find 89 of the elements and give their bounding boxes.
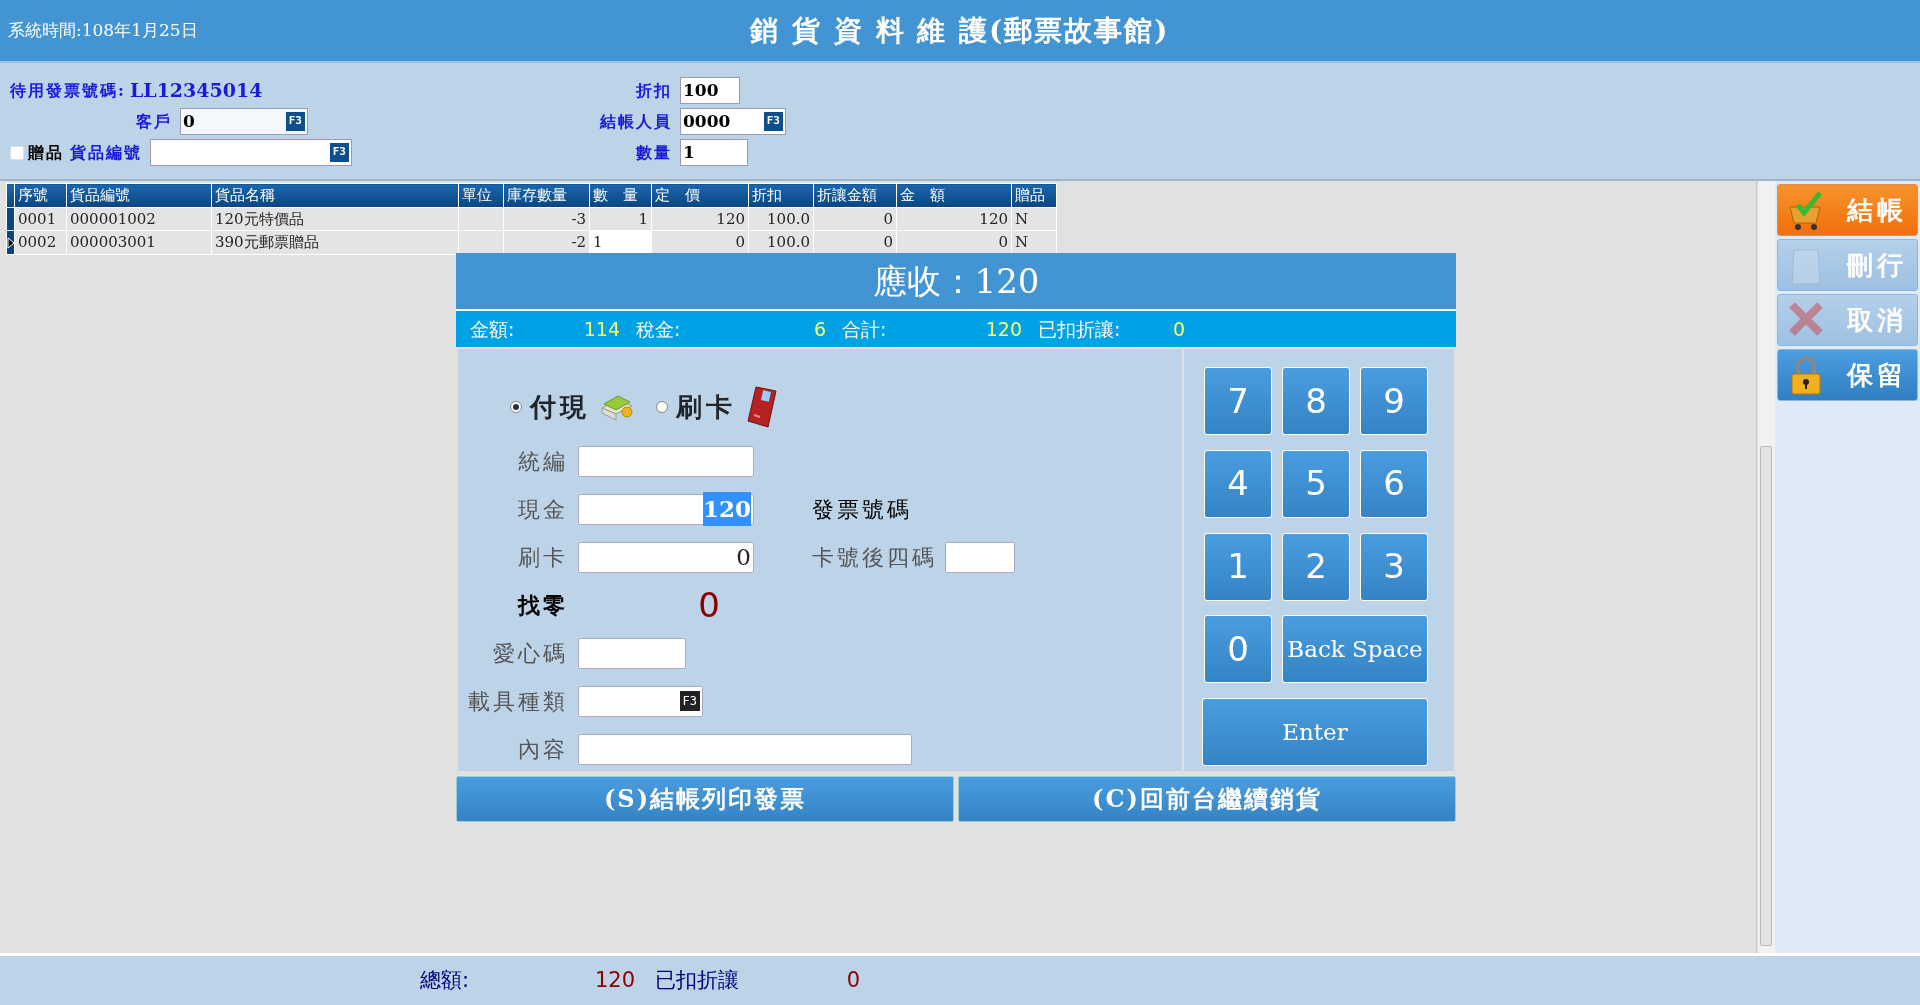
action-button[interactable]: (S)結帳列印發票 [456, 776, 954, 822]
field-label: 刷卡 [517, 543, 569, 572]
input-field[interactable]: F3 [578, 685, 703, 717]
payment-radio[interactable] [510, 401, 522, 413]
summary-label: 合計: [842, 316, 888, 342]
field-label: 載具種類 [467, 687, 569, 716]
field-label: 現金 [517, 495, 569, 524]
side-button[interactable]: 保留 [1777, 349, 1918, 401]
input-field[interactable]: 120 [578, 493, 754, 525]
field-label: 結帳人員 [598, 110, 673, 133]
input-field[interactable] [578, 733, 912, 765]
column-header: 定 價 [651, 183, 749, 207]
column-header: 折扣 [748, 183, 814, 207]
gift-checkbox[interactable] [10, 145, 24, 160]
product-code-field[interactable]: F3 [150, 139, 352, 166]
keypad-key[interactable]: 4 [1204, 449, 1272, 518]
quantity-field[interactable]: 1 [680, 139, 748, 166]
gift-label: 贈品 [28, 141, 64, 164]
payment-label[interactable]: 刷卡 [676, 387, 736, 427]
table-cell: 000001002 [66, 207, 212, 231]
keypad-key[interactable]: 3 [1360, 532, 1428, 601]
payment-label[interactable]: 付現 [530, 387, 590, 427]
invoice-number: LL12345014 [129, 78, 263, 104]
total-value: 120 [593, 966, 635, 994]
field-label: 找零 [516, 590, 569, 620]
table-cell: 390元郵票贈品 [211, 230, 459, 254]
field-label: 折扣 [634, 79, 673, 102]
f3-key[interactable]: F3 [679, 691, 700, 711]
keypad-key[interactable]: 1 [1204, 532, 1272, 601]
table-cell: 0 [896, 230, 1012, 254]
payment-radio[interactable] [656, 401, 668, 413]
keypad-key[interactable]: 7 [1204, 367, 1272, 435]
keypad-key[interactable]: 0 [1204, 615, 1272, 684]
keypad-key[interactable]: 8 [1282, 367, 1350, 435]
input-field[interactable] [578, 637, 686, 669]
keypad-key[interactable]: 6 [1360, 449, 1428, 518]
side-button[interactable]: 結帳 [1777, 184, 1918, 236]
window-title: 銷 貨 資 料 維 護(郵票故事館) [748, 12, 1171, 49]
input-field[interactable] [578, 445, 754, 477]
field-label: 貨品編號 [70, 141, 142, 164]
keypad-key[interactable]: 2 [1282, 532, 1350, 601]
column-header: 金 額 [896, 183, 1012, 207]
summary-value: 6 [812, 316, 826, 342]
system-time: 系統時間:108年1月25日 [7, 18, 199, 42]
summary-label: 已扣折讓: [1038, 316, 1122, 342]
credit-card-icon [746, 385, 778, 429]
keypad-key[interactable]: 5 [1282, 449, 1350, 518]
f3-key[interactable]: F3 [763, 112, 783, 131]
column-header: 單位 [458, 183, 504, 207]
field-label: 客戶 [135, 110, 173, 133]
field-label: 發票號碼 [812, 495, 912, 524]
column-header: 折讓金額 [813, 183, 897, 207]
discount-value: 0 [845, 966, 860, 994]
total-label: 總額: [420, 966, 471, 994]
scrollbar-thumb[interactable] [1760, 446, 1772, 946]
column-header: 數 量 [589, 183, 652, 207]
summary-label: 稅金: [636, 316, 682, 342]
field-label: 卡號後四碼 [812, 543, 937, 572]
f3-key[interactable]: F3 [285, 112, 305, 131]
column-header: 序號 [14, 183, 67, 207]
keypad-key[interactable]: Enter [1202, 698, 1428, 767]
invoice-label: 待用發票號碼: [10, 79, 126, 102]
input-field[interactable] [945, 541, 1015, 573]
column-header: 庫存數量 [503, 183, 590, 207]
table-cell: 120 [896, 207, 1012, 231]
action-button[interactable]: (C)回前台繼續銷貨 [958, 776, 1456, 822]
table-cell: 120元特價品 [211, 207, 459, 231]
summary-label: 金額: [470, 316, 516, 342]
column-header: 貨品編號 [66, 183, 212, 207]
column-header: 貨品名稱 [211, 183, 459, 207]
discount-field[interactable]: 100 [680, 77, 740, 104]
discount-label: 已扣折讓 [655, 966, 740, 994]
field-label: 內容 [517, 735, 569, 764]
cashier-field[interactable]: 0000 F3 [680, 108, 786, 135]
amount-due-title: 應收：120 [456, 253, 1456, 309]
summary-value: 0 [1173, 316, 1187, 342]
field-label: 統編 [517, 447, 569, 476]
field-label: 數量 [635, 141, 673, 164]
keypad-key[interactable]: 9 [1360, 367, 1428, 435]
customer-field[interactable]: 0 F3 [180, 108, 308, 135]
keypad-key[interactable]: Back Space [1282, 615, 1428, 684]
summary-value: 114 [582, 316, 620, 342]
change-amount: 0 [697, 583, 720, 627]
column-header: 贈品 [1011, 183, 1057, 207]
input-field[interactable]: 0 [578, 541, 754, 573]
f3-key[interactable]: F3 [329, 143, 349, 162]
table-cell: 000003001 [66, 230, 212, 254]
field-label: 愛心碼 [492, 639, 569, 668]
summary-value: 120 [984, 316, 1022, 342]
